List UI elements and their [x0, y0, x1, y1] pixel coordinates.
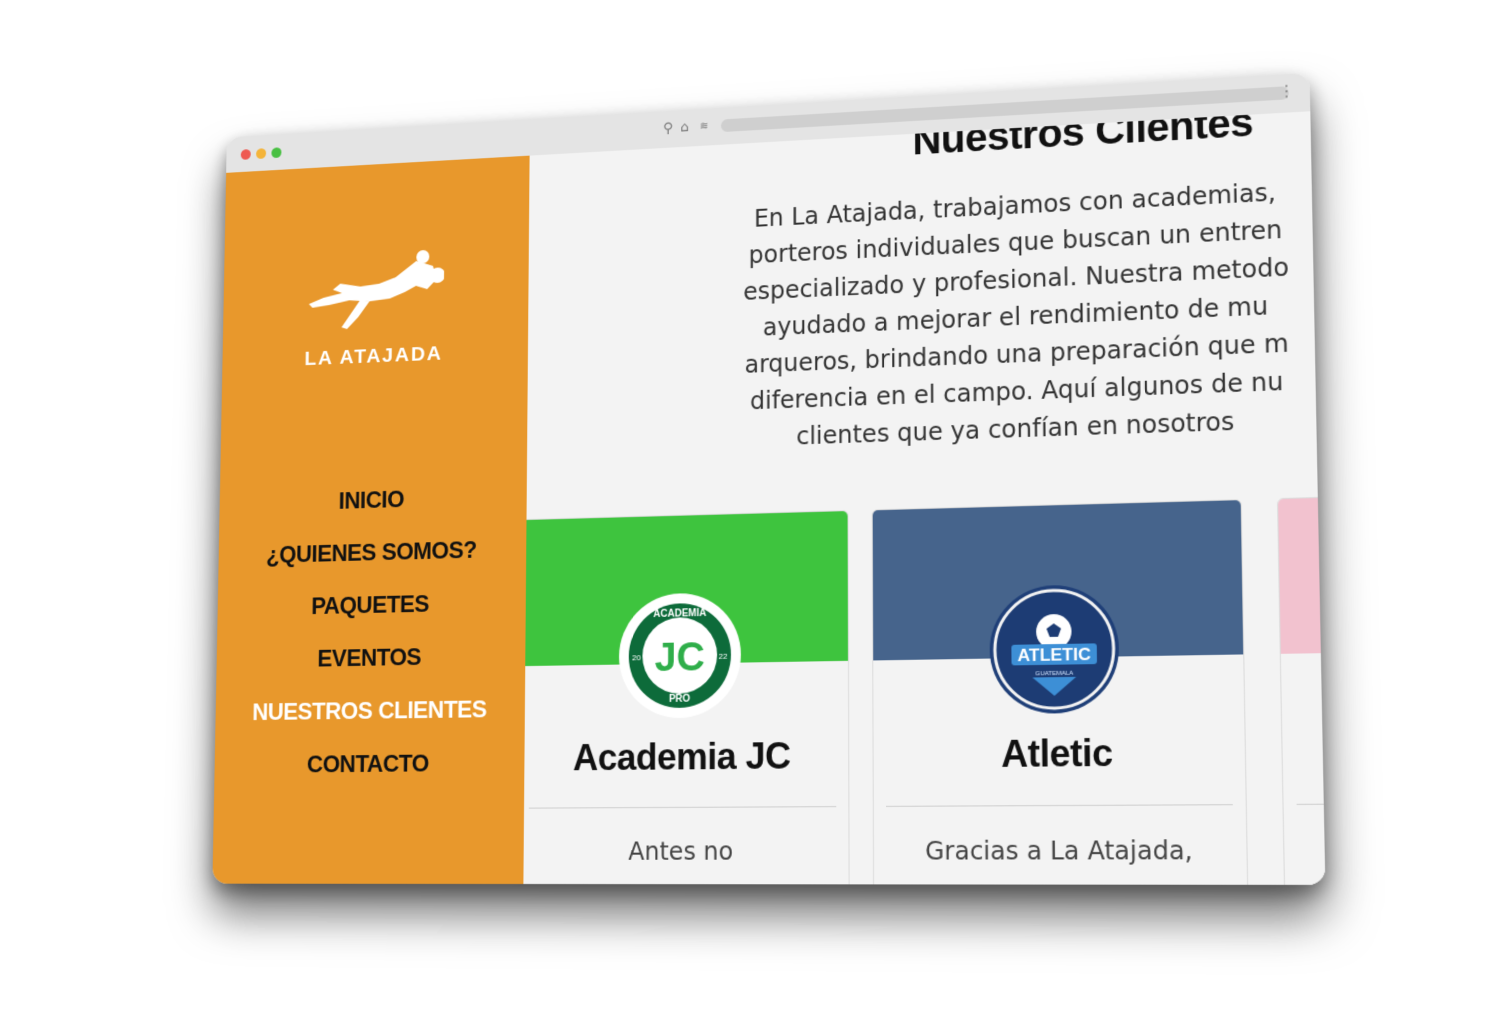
card-divider	[1297, 802, 1326, 805]
atletic-logo: ATLETIC GUATEMALA	[989, 584, 1119, 714]
main-content: Nuestros Clientes En La Atajada, trabaja…	[523, 111, 1325, 885]
main-nav: INICIO ¿QUIENES SOMOS? PAQUETES EVENTOS …	[214, 470, 527, 793]
maximize-window-button[interactable]	[271, 147, 281, 158]
client-name: Academia JC	[523, 734, 848, 779]
academia-jc-logo: JC ACADEMIA PRO 20 22	[619, 592, 741, 718]
more-options-icon[interactable]: ⋮	[1278, 81, 1295, 102]
nav-item-paquetes[interactable]: PAQUETES	[217, 576, 526, 635]
card-divider	[529, 806, 836, 809]
nav-item-quienes-somos[interactable]: ¿QUIENES SOMOS?	[218, 523, 526, 583]
academia-jc-crest-year-right: 22	[719, 652, 728, 661]
atletic-crest-sub: GUATEMALA	[1035, 671, 1073, 678]
nav-item-contacto[interactable]: CONTACTO	[214, 737, 525, 793]
browser-window: ⚲ ⌂ ≋ ⋮ LA ATAJADA INICIO ¿QUIENES SOMOS…	[212, 73, 1325, 885]
academia-jc-crest-bottom: PRO	[669, 694, 691, 705]
brand-logo[interactable]: LA ATAJADA	[304, 246, 444, 367]
academia-jc-crest-year-left: 20	[632, 653, 641, 662]
atletic-crest-name: ATLETIC	[1017, 644, 1091, 665]
intro-paragraph: En La Atajada, trabajamos con academias,…	[701, 171, 1326, 458]
client-card-atletic[interactable]: ATLETIC GUATEMALA Atletic Gracias a La A…	[872, 499, 1249, 885]
nav-item-nuestros-clientes[interactable]: NUESTROS CLIENTES	[215, 683, 525, 740]
client-testimonial: Gracias a La Atajada,	[874, 836, 1247, 866]
academia-jc-crest-center: JC	[655, 635, 705, 680]
search-icon[interactable]: ⚲	[663, 119, 673, 137]
nav-item-eventos[interactable]: EVENTOS	[216, 629, 525, 687]
client-card-academia-jc[interactable]: JC ACADEMIA PRO 20 22 Academia JC Antes …	[523, 510, 849, 885]
client-testimonial: Antes no	[523, 837, 848, 866]
card-banner	[1278, 489, 1325, 654]
nav-item-inicio[interactable]: INICIO	[219, 470, 527, 531]
client-card-partial[interactable]	[1277, 488, 1325, 885]
intro-line: clientes que ya confían en nosotros	[796, 407, 1234, 450]
close-window-button[interactable]	[241, 149, 251, 160]
brand-name: LA ATAJADA	[304, 342, 443, 371]
academia-jc-crest-icon: JC ACADEMIA PRO 20 22	[626, 599, 734, 711]
site-settings-icon[interactable]: ≋	[700, 117, 709, 135]
sidebar: LA ATAJADA INICIO ¿QUIENES SOMOS? PAQUET…	[212, 156, 529, 884]
client-name: Atletic	[874, 730, 1246, 777]
home-icon[interactable]: ⌂	[680, 119, 689, 137]
academia-jc-crest-top: ACADEMIA	[653, 608, 706, 620]
goalkeeper-diving-icon	[305, 246, 445, 343]
card-divider	[886, 804, 1233, 807]
minimize-window-button[interactable]	[256, 148, 266, 159]
clients-carousel: JC ACADEMIA PRO 20 22 Academia JC Antes …	[523, 493, 1325, 885]
atletic-soccer-ball-crest-icon: ATLETIC GUATEMALA	[992, 587, 1116, 711]
